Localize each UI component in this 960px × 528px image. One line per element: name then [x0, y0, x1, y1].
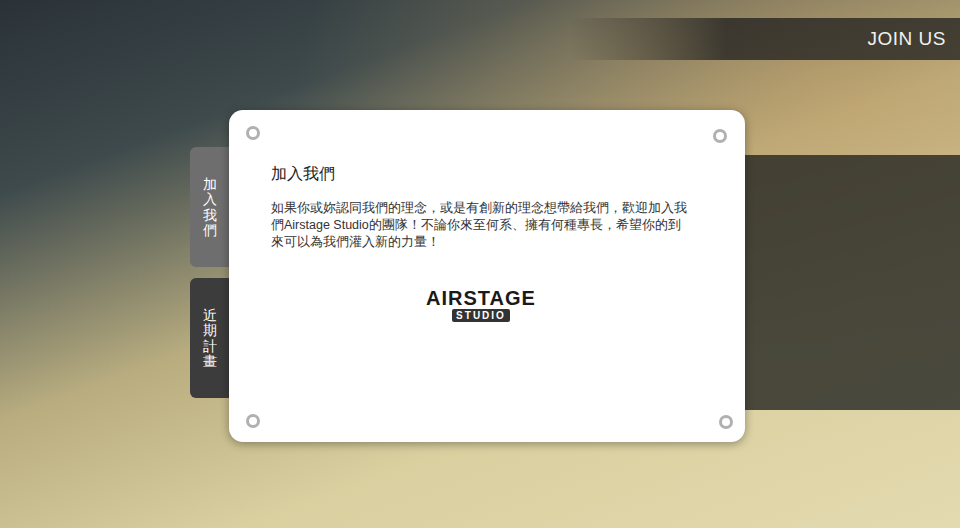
side-tab[interactable]: 加入我們	[190, 147, 230, 267]
join-us-label[interactable]: JOIN US	[868, 25, 946, 54]
side-panel	[735, 155, 960, 410]
studio-logo: AIRSTAGESTUDIO	[271, 287, 691, 322]
join-card: 加入我們如果你或妳認同我們的理念，或是有創新的理念想帶給我們，歡迎加入我們Air…	[229, 110, 745, 442]
card-body: 如果你或妳認同我們的理念，或是有創新的理念想帶給我們，歡迎加入我們Airstag…	[271, 200, 691, 251]
screw-icon	[246, 414, 260, 428]
screw-icon	[713, 129, 727, 143]
side-tab[interactable]: 近期計畫	[190, 278, 230, 398]
screw-icon	[246, 126, 260, 140]
card-title: 加入我們	[271, 162, 703, 186]
tab-list: 加入我們近期計畫	[190, 147, 230, 398]
screw-icon	[719, 415, 733, 429]
header-bar: JOIN US	[570, 18, 960, 60]
page: JOIN US加入我們近期計畫加入我們如果你或妳認同我們的理念，或是有創新的理念…	[0, 0, 960, 528]
